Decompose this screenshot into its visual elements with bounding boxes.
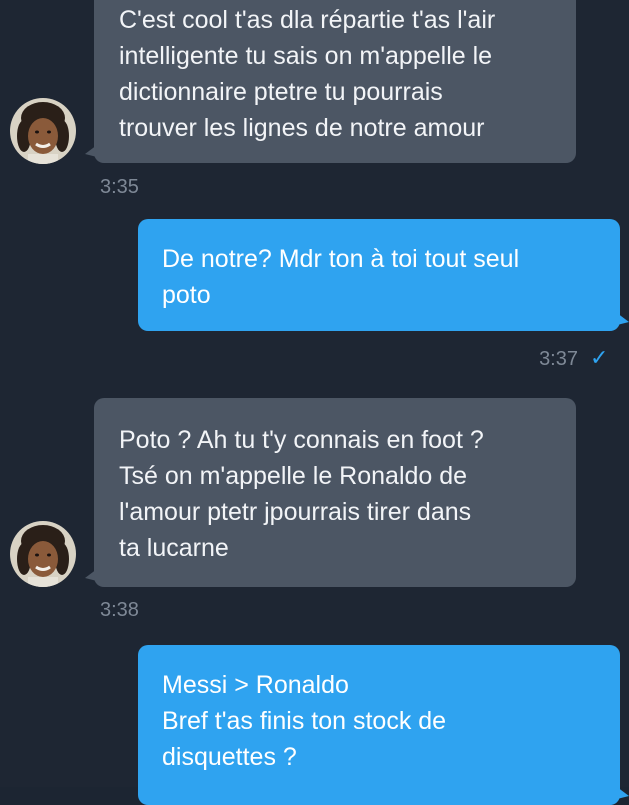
message-text-line: Messi > Ronaldo	[162, 671, 349, 699]
avatar-image	[10, 98, 76, 164]
message-text-line: ta lucarne	[119, 534, 229, 562]
message-text-line: intelligente tu sais on m'appelle le	[119, 42, 493, 70]
incoming-message-bubble[interactable]: C'est cool t'as dla répartie t'as l'air …	[85, 0, 576, 163]
message-text-line: Bref t'as finis ton stock de	[162, 707, 447, 735]
chat-screen: C'est cool t'as dla répartie t'as l'air …	[0, 0, 629, 805]
message-timestamp: 3:35	[100, 176, 139, 198]
message-text-line: l'amour ptetr jpourrais tirer dans	[119, 498, 472, 526]
check-icon: ✓	[590, 345, 609, 370]
message-text-line: trouver les lignes de notre amour	[119, 114, 485, 142]
message-timestamp: 3:38	[100, 599, 139, 621]
message-text-line: Tsé on m'appelle le Ronaldo de	[119, 462, 468, 490]
contact-avatar[interactable]	[10, 521, 76, 587]
message-text-line: De notre? Mdr ton à toi tout seul	[162, 245, 520, 273]
message-text-line: Poto ? Ah tu t'y connais en foot ?	[119, 426, 484, 454]
incoming-message-bubble[interactable]: Poto ? Ah tu t'y connais en foot ? Tsé o…	[85, 398, 576, 587]
outgoing-message-bubble[interactable]: De notre? Mdr ton à toi tout seul poto	[138, 219, 629, 331]
outgoing-message-bubble[interactable]: Messi > Ronaldo Bref t'as finis ton stoc…	[138, 645, 629, 805]
message-timestamp: 3:37	[539, 348, 578, 370]
message-text-line: disquettes ?	[162, 743, 297, 771]
message-text-line: poto	[162, 281, 211, 309]
avatar-image	[10, 521, 76, 587]
contact-avatar[interactable]	[10, 98, 76, 164]
message-text-line: dictionnaire ptetre tu pourrais	[119, 78, 443, 106]
message-text-line: C'est cool t'as dla répartie t'as l'air	[119, 6, 496, 34]
